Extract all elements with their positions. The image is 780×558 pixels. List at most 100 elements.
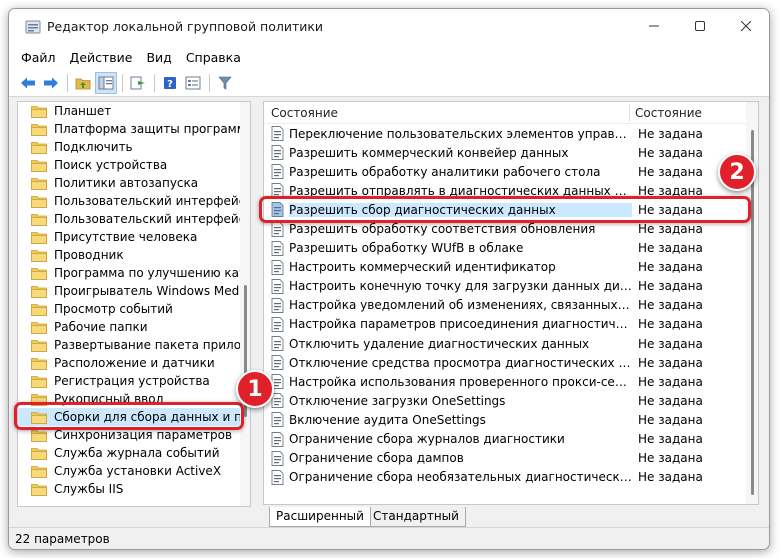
policy-row[interactable]: Отключение средства просмотра диагностич… [264,353,748,372]
tree-item[interactable]: Подключить [18,138,240,156]
tree-item[interactable]: Рукописный ввод [18,390,240,408]
tree-item[interactable]: Сборки для сбора данных и предварительны… [18,408,240,426]
tree-item[interactable]: Рабочие папки [18,318,240,336]
policy-row[interactable]: Разрешить обработку аналитики рабочего с… [264,162,748,181]
list-scroll-thumb[interactable] [751,130,754,495]
policy-row[interactable]: Включение аудита OneSettings Не задана [264,410,748,429]
column-divider[interactable] [629,104,630,122]
properties-button[interactable] [182,72,204,94]
policy-row[interactable]: Настройка параметров присоединения диагн… [264,315,748,334]
tree-item[interactable]: Пользовательский интерфейс учетных данны… [18,210,240,228]
maximize-button[interactable] [677,9,723,43]
policy-state: Не задана [638,183,703,198]
policy-row[interactable]: Настроить конечную точку для загрузки да… [264,277,748,296]
menu-view[interactable]: Вид [140,48,177,67]
tree-item[interactable]: Поиск устройства [18,156,240,174]
tree-item-label: Служба журнала событий [54,446,220,460]
column-header-name[interactable]: Состояние [271,106,338,120]
close-icon [741,21,751,31]
policy-row[interactable]: Настроить коммерческий идентификатор Не з… [264,258,748,277]
minimize-button[interactable] [631,9,677,43]
menu-help[interactable]: Справка [180,48,247,67]
policy-row[interactable]: Разрешить обработку соответствия обновле… [264,219,748,238]
pane-splitter[interactable] [252,101,262,509]
tree-scrollbar[interactable] [240,102,250,506]
menu-action[interactable]: Действие [64,48,139,67]
folder-icon [31,357,47,370]
folder-icon [31,375,47,388]
column-header-state[interactable]: Состояние [635,106,702,120]
close-button[interactable] [723,9,769,43]
properties-icon [185,76,201,89]
policy-list[interactable]: Состояние Состояние Переключение пользов… [263,101,759,505]
tree-item[interactable]: Расположение и датчики [18,354,240,372]
title-bar[interactable]: Редактор локальной групповой политики [9,9,769,45]
policy-name: Отключение загрузки OneSettings [289,393,506,408]
tree-item[interactable]: Службы IIS [18,480,240,498]
policy-name: Разрешить сбор диагностических данных [289,202,632,217]
tree-item[interactable]: Служба журнала событий [18,444,240,462]
policy-row[interactable]: Ограничение сбора журналов диагностики Не… [264,430,748,449]
policy-row[interactable]: Ограничение сбора дампов Не задана [264,449,748,468]
policy-row[interactable]: Разрешить отправлять в диагностических д… [264,181,748,200]
folder-icon [31,213,47,226]
policy-setting-icon [271,202,284,218]
policy-state: Не задана [638,412,703,427]
folder-icon [31,105,47,118]
show-tree-button[interactable] [95,71,117,94]
policy-row[interactable]: Настройка использования проверенного про… [264,372,748,391]
tab-standard[interactable]: Стандартный [366,507,466,527]
export-list-button[interactable] [127,72,149,94]
back-button[interactable] [17,72,39,94]
tree-item[interactable]: Проигрыватель Windows Media [18,282,240,300]
tree-item[interactable]: Планшет [18,102,240,120]
tree-item[interactable]: Пользовательский интерфейс границы [18,192,240,210]
help-button[interactable]: ? [159,72,181,94]
policy-name: Настройка уведомлений об изменениях, свя… [289,298,632,313]
policy-setting-icon [271,145,284,161]
tree-item[interactable]: Регистрация устройства [18,372,240,390]
console-tree-icon [98,76,114,89]
policy-row[interactable]: Настройка уведомлений об изменениях, свя… [264,296,748,315]
maximize-icon [695,21,705,31]
policy-setting-icon [271,412,284,428]
tree-item[interactable]: Политики автозапуска [18,174,240,192]
policy-row[interactable]: Ограничение сбора необязательных диагнос… [264,468,748,487]
policy-row[interactable]: Переключение пользовательских элементов … [264,124,748,143]
gpedit-app-icon [25,20,41,34]
policy-name: Отключение средства просмотра диагностич… [289,355,632,370]
tree-item[interactable]: Программа по улучшению качества [18,264,240,282]
filter-button[interactable] [214,72,236,94]
policy-name: Разрешить обработку аналитики рабочего с… [289,164,601,179]
folder-icon [31,465,47,478]
policy-name: Настройка использования проверенного про… [289,374,632,389]
folder-up-icon [75,78,91,89]
policy-row[interactable]: Отключение загрузки OneSettings Не задана [264,391,748,410]
forward-button[interactable] [40,72,62,94]
tab-extended[interactable]: Расширенный [269,507,371,527]
tree-item[interactable]: Синхронизация параметров [18,426,240,444]
tree-item[interactable]: Проводник [18,246,240,264]
policy-row[interactable]: Разрешить коммерческий конвейер данных Не… [264,143,748,162]
policy-state: Не задана [638,145,703,160]
toolbar-separator [122,73,123,92]
folder-icon [31,285,47,298]
console-tree[interactable]: Планшет Платформа защиты программного обе… [17,101,251,507]
tree-item[interactable]: Присутствие человека [18,228,240,246]
policy-name: Разрешить обработку соответствия обновле… [289,222,596,237]
menu-file[interactable]: Файл [15,48,62,67]
policy-row[interactable]: Отключить удаление диагностических данны… [264,334,748,353]
policy-row[interactable]: Разрешить обработку WUfB в облаке Не зада… [264,239,748,258]
tree-item[interactable]: Просмотр событий [18,300,240,318]
tree-item[interactable]: Развертывание пакета приложения [18,336,240,354]
tree-item[interactable]: Служба установки ActiveX [18,462,240,480]
policy-state: Не задана [638,451,703,466]
up-folder-button[interactable] [72,72,94,94]
policy-row[interactable]: Разрешить сбор диагностических данных Не … [264,200,748,219]
status-bar: 22 параметров [9,527,769,549]
tree-item[interactable]: Платформа защиты программного обеспечени… [18,120,240,138]
folder-icon [31,393,47,406]
policy-setting-icon [271,469,284,485]
tree-item-label: Присутствие человека [54,230,198,244]
tree-list: Планшет Платформа защиты программного обе… [18,102,240,498]
